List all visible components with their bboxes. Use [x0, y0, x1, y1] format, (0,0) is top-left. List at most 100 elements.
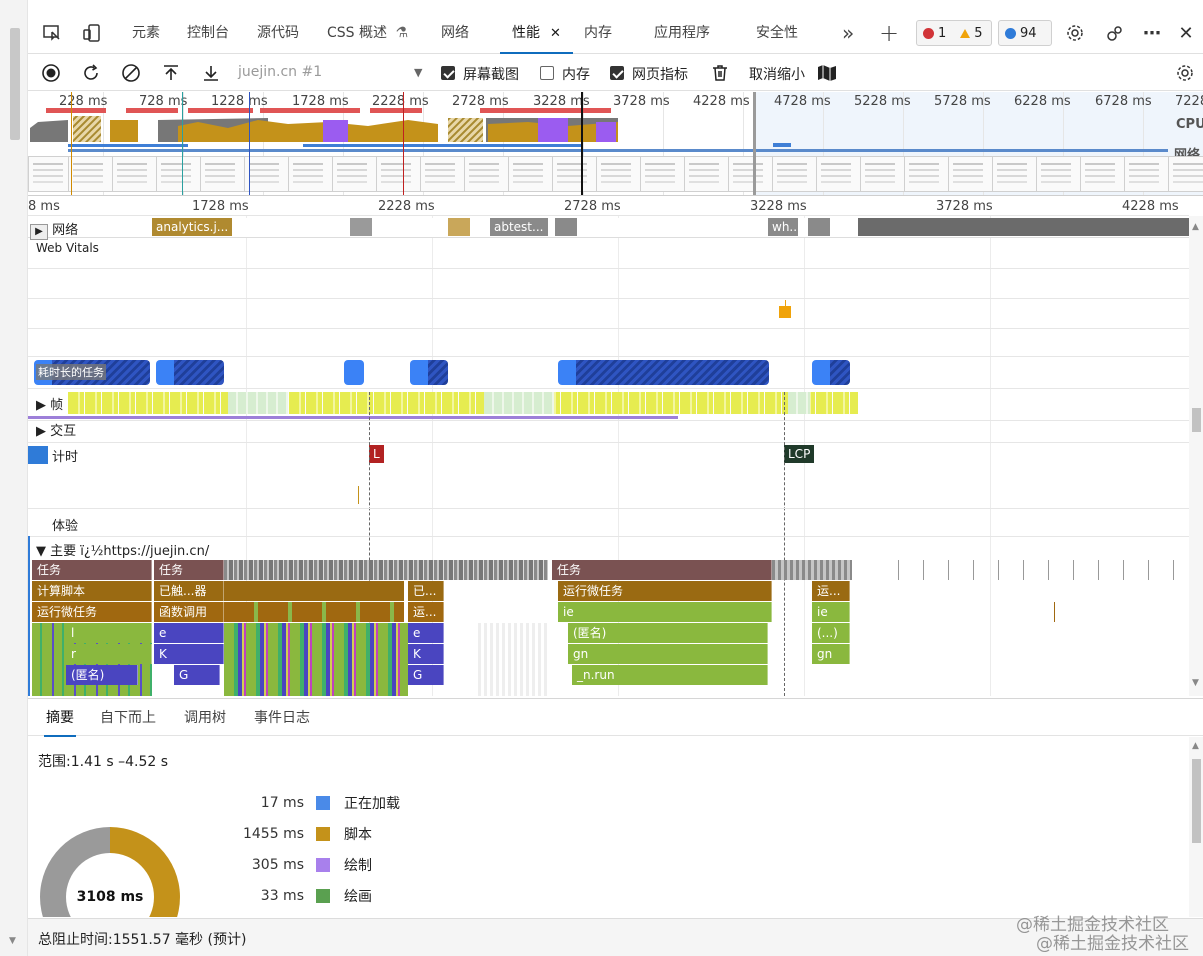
- flame-function[interactable]: ie: [558, 602, 772, 622]
- network-request-bar[interactable]: analytics.j...: [152, 218, 232, 236]
- long-task-block[interactable]: [558, 360, 769, 385]
- timings-track-label[interactable]: 计时: [52, 446, 78, 465]
- settings-gear-icon[interactable]: [1063, 21, 1087, 45]
- flame-function[interactable]: gn: [812, 644, 850, 664]
- flame-function[interactable]: r: [66, 644, 152, 664]
- flame-evaluate-script[interactable]: 计算脚本: [32, 581, 152, 601]
- network-request-bar[interactable]: wh...: [768, 218, 798, 236]
- profile-dropdown-icon[interactable]: ▼: [414, 66, 422, 79]
- network-track-label[interactable]: ▶ 网络: [30, 219, 78, 240]
- flame-chart[interactable]: 任务 任务 任务 计算脚本 已触...器 已... 运行微任务 运... 运行微…: [28, 560, 1189, 696]
- flame-function-call[interactable]: 函数调用: [154, 602, 224, 622]
- flame-task[interactable]: 任务: [154, 560, 224, 580]
- profile-select[interactable]: juejin.cn #1: [238, 64, 322, 80]
- scroll-up-arrow-icon[interactable]: ▲: [1192, 222, 1199, 232]
- flame-function[interactable]: l: [66, 623, 152, 643]
- flame-function[interactable]: (...): [812, 623, 850, 643]
- summary-scrollbar-thumb[interactable]: [1192, 759, 1201, 843]
- close-devtools-icon[interactable]: ✕: [1174, 21, 1198, 45]
- tab-summary[interactable]: 摘要: [44, 699, 76, 737]
- trash-icon[interactable]: [708, 61, 732, 85]
- flame-function[interactable]: e: [408, 623, 444, 643]
- more-menu-icon[interactable]: ⋯: [1140, 21, 1164, 45]
- tab-sources[interactable]: 源代码: [257, 12, 299, 54]
- upload-profile-icon[interactable]: [159, 61, 183, 85]
- network-request-bar[interactable]: [448, 218, 470, 236]
- overview-selection-handle[interactable]: [753, 92, 756, 195]
- tab-elements[interactable]: 元素: [132, 12, 160, 54]
- screenshots-checkbox[interactable]: [441, 66, 455, 80]
- network-request-bar[interactable]: [808, 218, 830, 236]
- long-task-block[interactable]: [410, 360, 448, 385]
- lcp-vital-marker[interactable]: [779, 306, 791, 318]
- inspect-icon[interactable]: [40, 21, 64, 45]
- network-request-bar[interactable]: abtest...: [490, 218, 548, 236]
- long-task-block[interactable]: [156, 360, 224, 385]
- outer-scrollbar-thumb[interactable]: [10, 28, 20, 140]
- flame-run-microtasks[interactable]: 运...: [408, 602, 444, 622]
- flame-function[interactable]: K: [154, 644, 224, 664]
- clear-icon[interactable]: [119, 61, 143, 85]
- tracks-scrollbar[interactable]: ▲ ▼: [1189, 216, 1203, 696]
- customize-icon[interactable]: [1103, 21, 1127, 45]
- close-tab-icon[interactable]: ✕: [550, 26, 561, 41]
- flame-run-microtasks[interactable]: 运行微任务: [32, 602, 152, 622]
- main-thread-label[interactable]: ▼ 主要 ï¿½https://juejin.cn/: [36, 540, 209, 559]
- flame-function[interactable]: G: [408, 665, 444, 685]
- zoom-out-button[interactable]: 取消缩小: [749, 64, 805, 84]
- tab-console[interactable]: 控制台: [187, 12, 229, 54]
- lcp-timing-marker[interactable]: LCP: [784, 445, 815, 463]
- flame-task[interactable]: 任务: [32, 560, 152, 580]
- flame-timer-fired[interactable]: 已触...器: [154, 581, 224, 601]
- tab-security[interactable]: 安全性: [756, 12, 798, 54]
- flame-run-microtasks[interactable]: 运...: [812, 581, 850, 601]
- capture-settings-gear-icon[interactable]: [1173, 61, 1197, 85]
- flame-function[interactable]: K: [408, 644, 444, 664]
- more-tabs-icon[interactable]: »: [842, 12, 854, 54]
- dcl-marker[interactable]: [28, 446, 48, 464]
- memory-checkbox[interactable]: [540, 66, 554, 80]
- tab-css-overview[interactable]: CSS 概述 ⚗: [327, 12, 408, 54]
- flame-function[interactable]: e: [154, 623, 224, 643]
- expand-network-icon[interactable]: ▶: [30, 224, 48, 240]
- network-request-bar[interactable]: [350, 218, 372, 236]
- flame-event[interactable]: 已...: [408, 581, 444, 601]
- tracks-scrollbar-thumb[interactable]: [1192, 408, 1201, 432]
- frames-strip[interactable]: [68, 392, 858, 414]
- load-timing-marker[interactable]: L: [369, 445, 384, 463]
- map-icon[interactable]: [815, 61, 839, 85]
- timeline-overview[interactable]: 228 ms 728 ms 1228 ms 1728 ms 2228 ms 27…: [28, 92, 1203, 196]
- interactions-track-label[interactable]: ▶ 交互: [36, 420, 76, 439]
- long-task-block[interactable]: 耗时长的任务: [34, 360, 150, 385]
- flame-function[interactable]: gn: [568, 644, 768, 664]
- download-profile-icon[interactable]: [199, 61, 223, 85]
- long-task-block[interactable]: [344, 360, 364, 385]
- flame-function[interactable]: _n.run: [572, 665, 768, 685]
- flame-run-microtasks[interactable]: 运行微任务: [558, 581, 772, 601]
- flame-anonymous[interactable]: (匿名): [568, 623, 768, 643]
- tab-performance[interactable]: 性能 ✕: [500, 12, 573, 54]
- add-tab-icon[interactable]: +: [879, 12, 899, 54]
- network-request-bar[interactable]: [555, 218, 577, 236]
- reload-record-icon[interactable]: [79, 61, 103, 85]
- tab-memory[interactable]: 内存: [584, 12, 612, 54]
- frames-track-label[interactable]: ▶ 帧: [36, 394, 63, 413]
- tab-application[interactable]: 应用程序: [654, 12, 710, 54]
- timeline-tracks[interactable]: ▶ 网络 analytics.j... abtest... wh... Web …: [28, 216, 1189, 696]
- summary-scrollbar[interactable]: ▲: [1189, 737, 1203, 917]
- issues-counter[interactable]: 1 5: [916, 20, 992, 46]
- device-toolbar-icon[interactable]: [80, 21, 104, 45]
- tab-bottom-up[interactable]: 自下而上: [100, 699, 156, 737]
- messages-counter[interactable]: 94: [998, 20, 1052, 46]
- flame-task[interactable]: 任务: [552, 560, 772, 580]
- experience-track-label[interactable]: 体验: [52, 515, 78, 534]
- network-request-bar[interactable]: [858, 218, 1189, 236]
- flame-function[interactable]: G: [174, 665, 220, 685]
- tab-call-tree[interactable]: 调用树: [184, 699, 226, 737]
- tab-network[interactable]: 网络: [441, 12, 469, 54]
- scroll-down-arrow-icon[interactable]: ▼: [9, 936, 16, 946]
- web-vitals-checkbox[interactable]: [610, 66, 624, 80]
- scroll-down-arrow-icon[interactable]: ▼: [1192, 678, 1199, 688]
- scroll-up-arrow-icon[interactable]: ▲: [1192, 741, 1199, 751]
- flame-function[interactable]: ie: [812, 602, 850, 622]
